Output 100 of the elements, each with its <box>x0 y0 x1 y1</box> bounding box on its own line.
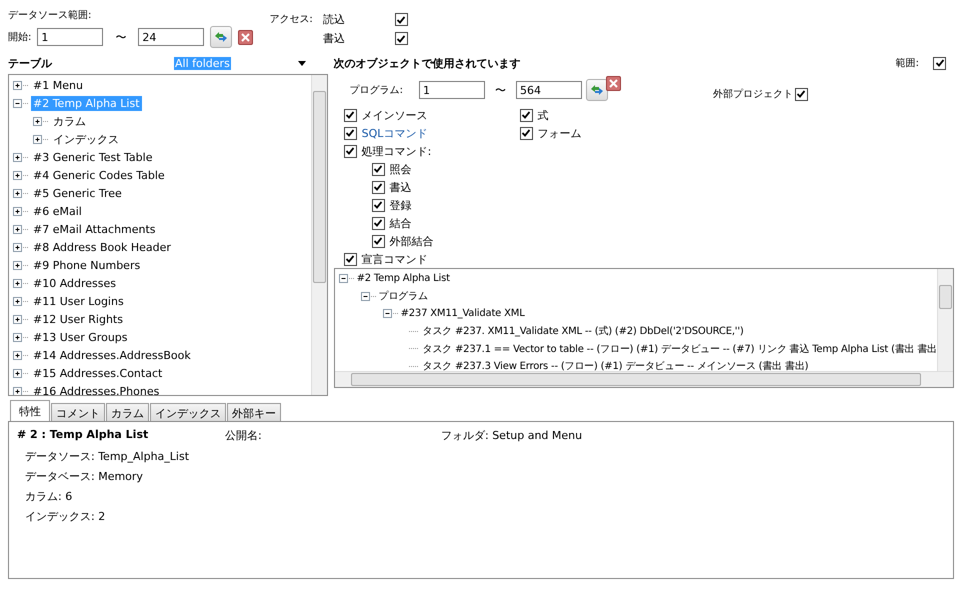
option-label: 外部結合 <box>390 234 434 248</box>
range-to-field[interactable]: 24 <box>138 28 204 46</box>
tree-item[interactable]: #10 Addresses <box>31 276 118 290</box>
range-separator: 〜 <box>115 30 126 44</box>
tree-item[interactable]: カラム <box>51 112 88 130</box>
access-option-label: 書込 <box>322 31 345 46</box>
checkbox[interactable] <box>372 216 385 230</box>
expand-icon[interactable] <box>13 170 29 180</box>
option-label: フォーム <box>538 126 582 140</box>
result-item[interactable]: タスク #237. XM11_Validate XML -- (式) (#2) DbDel('2'DSOURCE,'') <box>422 324 744 338</box>
tab[interactable]: 特性 <box>10 400 50 421</box>
collapse-icon[interactable] <box>382 309 399 318</box>
refresh-button[interactable] <box>586 79 608 101</box>
tree-item[interactable]: #13 User Groups <box>31 330 130 344</box>
tree-item[interactable]: #7 eMail Attachments <box>31 222 158 236</box>
tree-item[interactable]: #4 Generic Codes Table <box>31 168 167 182</box>
external-project-label: 外部プロジェクト <box>712 88 793 101</box>
collapse-icon[interactable] <box>360 292 377 301</box>
result-item[interactable]: タスク #237.1 == Vector to table -- (フロー) (#1) データビュー -- (#7) リンク 書込 Temp Alpha List (書出 書出 <box>422 342 937 356</box>
option-label: 照会 <box>390 162 412 176</box>
access-label: アクセス: <box>269 13 313 26</box>
option-label: メインソース <box>362 108 428 122</box>
expand-icon[interactable] <box>13 224 29 234</box>
property-text: データソース: Temp_Alpha_List <box>24 449 190 465</box>
tree-item[interactable]: #5 Generic Tree <box>31 186 124 200</box>
option-label: 書込 <box>390 180 412 194</box>
close-icon <box>608 78 619 89</box>
vertical-scrollbar[interactable] <box>937 269 953 371</box>
expand-icon[interactable] <box>13 242 29 252</box>
tree-item[interactable]: #8 Address Book Header <box>31 240 173 254</box>
tree-item[interactable]: #3 Generic Test Table <box>31 150 154 164</box>
expand-icon[interactable] <box>13 314 29 324</box>
tree-item[interactable]: #15 Addresses.Contact <box>31 366 164 380</box>
expand-icon[interactable] <box>33 134 49 144</box>
tree-item[interactable]: #6 eMail <box>31 204 84 218</box>
tree-item[interactable]: #16 Addresses.Phones <box>31 384 162 395</box>
option-label: SQLコマンド <box>362 126 428 140</box>
start-label: 開始: <box>8 31 32 44</box>
checkbox[interactable] <box>394 32 408 45</box>
tree-item[interactable]: #14 Addresses.AddressBook <box>31 348 193 362</box>
expand-icon[interactable] <box>13 332 29 342</box>
result-item[interactable]: プログラム <box>378 289 428 304</box>
checkbox[interactable] <box>372 162 385 176</box>
checkbox[interactable] <box>344 252 357 266</box>
vertical-scrollbar[interactable] <box>310 75 327 395</box>
result-item[interactable]: #2 Temp Alpha List <box>356 273 450 284</box>
result-item[interactable]: タスク #237.3 View Errors -- (フロー) (#1) データビュー -- メインソース (書出 書出) <box>422 359 808 371</box>
checkbox[interactable] <box>394 13 408 26</box>
expand-icon[interactable] <box>13 260 29 270</box>
tree-item[interactable]: #11 User Logins <box>31 294 126 308</box>
datasource-range-label: データソース範囲: <box>8 9 92 22</box>
property-text: データベース: Memory <box>24 469 144 485</box>
horizontal-scrollbar[interactable] <box>334 371 953 387</box>
option-label: 式 <box>538 108 549 122</box>
result-item[interactable]: #237 XM11_Validate XML <box>400 308 525 320</box>
checkbox[interactable] <box>344 126 357 140</box>
expand-icon[interactable] <box>13 206 29 216</box>
tree-item[interactable]: インデックス <box>51 130 121 148</box>
expand-icon[interactable] <box>33 116 49 126</box>
expand-icon[interactable] <box>13 350 29 360</box>
program-to-field[interactable]: 564 <box>516 81 582 99</box>
tab[interactable]: 外部キー <box>227 403 281 421</box>
refresh-arrows-icon <box>588 83 605 97</box>
checkbox[interactable] <box>372 180 385 194</box>
program-from-field[interactable]: 1 <box>418 81 485 99</box>
tab[interactable]: カラム <box>106 403 149 421</box>
checkbox[interactable] <box>794 88 808 100</box>
option-label: 登録 <box>390 198 412 212</box>
checkbox[interactable] <box>344 144 357 158</box>
option-label: 結合 <box>390 216 412 230</box>
clear-button[interactable] <box>606 76 621 91</box>
collapse-icon[interactable] <box>338 274 355 284</box>
tables-title: テーブル <box>8 56 53 70</box>
expand-icon[interactable] <box>13 278 29 288</box>
option-label: 処理コマンド: <box>362 144 432 158</box>
dropdown-caret-icon <box>298 60 306 66</box>
tab[interactable]: インデックス <box>150 403 226 421</box>
checkbox[interactable] <box>520 108 533 122</box>
expand-icon[interactable] <box>13 368 29 378</box>
range-from-field[interactable]: 1 <box>37 28 104 46</box>
checkbox[interactable] <box>520 126 533 140</box>
option-label: 宣言コマンド <box>362 252 428 266</box>
public-name-label: 公開名: <box>225 428 263 443</box>
checkbox[interactable] <box>933 56 946 70</box>
refresh-button[interactable] <box>210 26 232 48</box>
tree-item[interactable]: #9 Phone Numbers <box>31 258 142 272</box>
checkbox[interactable] <box>372 234 385 248</box>
tree-item[interactable]: #1 Menu <box>31 78 85 92</box>
expand-icon[interactable] <box>13 188 29 198</box>
expand-icon[interactable] <box>13 296 29 306</box>
program-label: プログラム: <box>350 84 403 97</box>
expand-icon[interactable] <box>13 386 29 395</box>
collapse-icon[interactable] <box>13 98 29 108</box>
checkbox[interactable] <box>344 108 357 122</box>
clear-button[interactable] <box>238 30 254 44</box>
tree-item[interactable]: #12 User Rights <box>31 312 125 326</box>
expand-icon[interactable] <box>13 80 29 90</box>
tab[interactable]: コメント <box>51 403 105 421</box>
expand-icon[interactable] <box>13 152 29 162</box>
checkbox[interactable] <box>372 198 385 212</box>
